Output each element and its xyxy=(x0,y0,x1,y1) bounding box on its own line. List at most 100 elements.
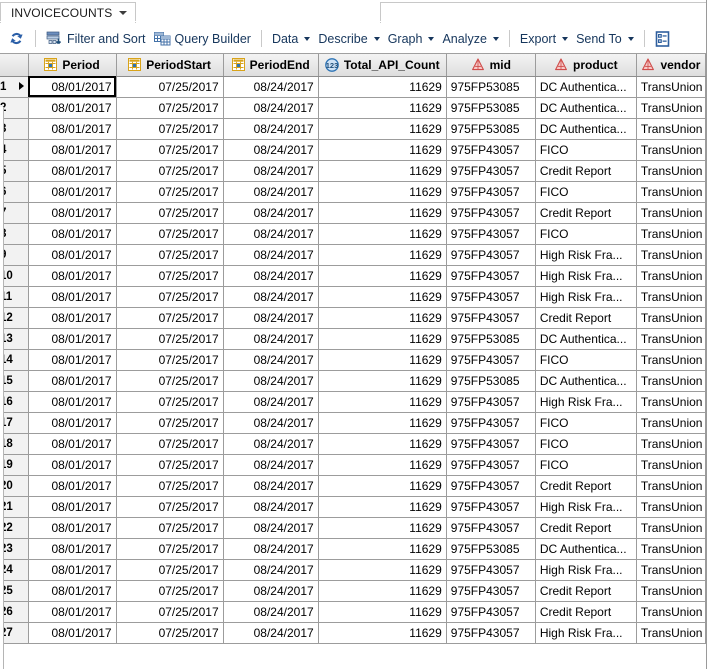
cell-periodend[interactable]: 08/24/2017 xyxy=(223,622,319,644)
cell-product[interactable]: FICO xyxy=(535,454,637,476)
cell-total_api_count[interactable]: 11629 xyxy=(318,433,447,455)
cell-vendor[interactable]: TransUnion xyxy=(636,580,706,602)
cell-periodstart[interactable]: 07/25/2017 xyxy=(116,181,224,203)
cell-mid[interactable]: 975FP43057 xyxy=(446,160,536,182)
refresh-button[interactable] xyxy=(4,27,29,51)
cell-vendor[interactable]: TransUnion xyxy=(636,559,706,581)
table-row[interactable]: 20 08/01/2017 07/25/2017 08/24/2017 11629 975… xyxy=(0,475,706,497)
cell-periodend[interactable]: 08/24/2017 xyxy=(223,244,319,266)
cell-periodend[interactable]: 08/24/2017 xyxy=(223,454,319,476)
cell-total_api_count[interactable]: 11629 xyxy=(318,76,447,98)
cell-vendor[interactable]: TransUnion xyxy=(636,538,706,560)
cell-mid[interactable]: 975FP53085 xyxy=(446,97,536,119)
cell-period[interactable]: 08/01/2017 xyxy=(28,559,117,581)
cell-mid[interactable]: 975FP53085 xyxy=(446,370,536,392)
row-number-cell[interactable]: 6 xyxy=(0,181,29,203)
cell-product[interactable]: DC Authentica... xyxy=(535,97,637,119)
cell-periodend[interactable]: 08/24/2017 xyxy=(223,265,319,287)
cell-periodend[interactable]: 08/24/2017 xyxy=(223,307,319,329)
cell-period[interactable]: 08/01/2017 xyxy=(28,286,117,308)
column-header-periodend[interactable]: PeriodEnd xyxy=(223,54,319,77)
cell-periodend[interactable]: 08/24/2017 xyxy=(223,181,319,203)
cell-total_api_count[interactable]: 11629 xyxy=(318,181,447,203)
cell-product[interactable]: Credit Report xyxy=(535,517,637,539)
cell-mid[interactable]: 975FP43057 xyxy=(446,622,536,644)
cell-vendor[interactable]: TransUnion xyxy=(636,286,706,308)
row-number-cell[interactable]: 1 xyxy=(0,76,29,98)
query-builder-button[interactable]: Query Builder xyxy=(150,27,255,51)
cell-periodend[interactable]: 08/24/2017 xyxy=(223,202,319,224)
cell-period[interactable]: 08/01/2017 xyxy=(28,538,117,560)
row-number-cell[interactable]: 5 xyxy=(0,160,29,182)
cell-product[interactable]: High Risk Fra... xyxy=(535,622,637,644)
cell-mid[interactable]: 975FP53085 xyxy=(446,118,536,140)
cell-product[interactable]: Credit Report xyxy=(535,202,637,224)
cell-total_api_count[interactable]: 11629 xyxy=(318,370,447,392)
cell-mid[interactable]: 975FP53085 xyxy=(446,538,536,560)
cell-periodstart[interactable]: 07/25/2017 xyxy=(116,517,224,539)
cell-mid[interactable]: 975FP43057 xyxy=(446,496,536,518)
cell-period[interactable]: 08/01/2017 xyxy=(28,391,117,413)
cell-total_api_count[interactable]: 11629 xyxy=(318,244,447,266)
cell-product[interactable]: High Risk Fra... xyxy=(535,286,637,308)
cell-total_api_count[interactable]: 11629 xyxy=(318,538,447,560)
table-row[interactable]: 2 08/01/2017 07/25/2017 08/24/2017 11629 975F… xyxy=(0,97,706,119)
select-all-corner[interactable] xyxy=(0,54,29,77)
row-number-cell[interactable]: 13 xyxy=(0,328,29,350)
cell-periodstart[interactable]: 07/25/2017 xyxy=(116,160,224,182)
cell-periodend[interactable]: 08/24/2017 xyxy=(223,538,319,560)
table-row[interactable]: 27 08/01/2017 07/25/2017 08/24/2017 11629 975… xyxy=(0,622,706,644)
table-row[interactable]: 4 08/01/2017 07/25/2017 08/24/2017 11629 975F… xyxy=(0,139,706,161)
cell-vendor[interactable]: TransUnion xyxy=(636,433,706,455)
cell-periodend[interactable]: 08/24/2017 xyxy=(223,118,319,140)
table-row[interactable]: 18 08/01/2017 07/25/2017 08/24/2017 11629 975… xyxy=(0,433,706,455)
cell-product[interactable]: FICO xyxy=(535,349,637,371)
table-row[interactable]: 24 08/01/2017 07/25/2017 08/24/2017 11629 975… xyxy=(0,559,706,581)
cell-total_api_count[interactable]: 11629 xyxy=(318,202,447,224)
cell-mid[interactable]: 975FP43057 xyxy=(446,580,536,602)
data-menu[interactable]: Data xyxy=(268,27,314,51)
row-number-cell[interactable]: 16 xyxy=(0,391,29,413)
cell-periodstart[interactable]: 07/25/2017 xyxy=(116,265,224,287)
cell-mid[interactable]: 975FP43057 xyxy=(446,454,536,476)
cell-product[interactable]: FICO xyxy=(535,412,637,434)
cell-total_api_count[interactable]: 11629 xyxy=(318,622,447,644)
table-row[interactable]: 23 08/01/2017 07/25/2017 08/24/2017 11629 975… xyxy=(0,538,706,560)
cell-periodend[interactable]: 08/24/2017 xyxy=(223,580,319,602)
column-header-product[interactable]: product xyxy=(535,54,637,77)
table-row[interactable]: 14 08/01/2017 07/25/2017 08/24/2017 11629 975… xyxy=(0,349,706,371)
cell-periodend[interactable]: 08/24/2017 xyxy=(223,286,319,308)
cell-periodstart[interactable]: 07/25/2017 xyxy=(116,118,224,140)
table-row[interactable]: 11 08/01/2017 07/25/2017 08/24/2017 11629 975… xyxy=(0,286,706,308)
table-row[interactable]: 22 08/01/2017 07/25/2017 08/24/2017 11629 975… xyxy=(0,517,706,539)
table-row[interactable]: 8 08/01/2017 07/25/2017 08/24/2017 11629 975F… xyxy=(0,223,706,245)
cell-periodstart[interactable]: 07/25/2017 xyxy=(116,559,224,581)
cell-total_api_count[interactable]: 11629 xyxy=(318,475,447,497)
cell-mid[interactable]: 975FP53085 xyxy=(446,76,536,98)
cell-mid[interactable]: 975FP43057 xyxy=(446,202,536,224)
column-header-total_api_count[interactable]: 123 Total_API_Count xyxy=(318,54,447,77)
cell-period[interactable]: 08/01/2017 xyxy=(28,97,117,119)
cell-total_api_count[interactable]: 11629 xyxy=(318,328,447,350)
row-number-cell[interactable]: 22 xyxy=(0,517,29,539)
cell-vendor[interactable]: TransUnion xyxy=(636,76,706,98)
row-number-cell[interactable]: 17 xyxy=(0,412,29,434)
column-header-periodstart[interactable]: PeriodStart xyxy=(116,54,224,77)
cell-periodstart[interactable]: 07/25/2017 xyxy=(116,328,224,350)
cell-periodend[interactable]: 08/24/2017 xyxy=(223,559,319,581)
cell-product[interactable]: Credit Report xyxy=(535,307,637,329)
cell-mid[interactable]: 975FP43057 xyxy=(446,559,536,581)
table-row[interactable]: 26 08/01/2017 07/25/2017 08/24/2017 11629 975… xyxy=(0,601,706,623)
cell-vendor[interactable]: TransUnion xyxy=(636,160,706,182)
cell-product[interactable]: High Risk Fra... xyxy=(535,496,637,518)
cell-mid[interactable]: 975FP43057 xyxy=(446,223,536,245)
cell-mid[interactable]: 975FP43057 xyxy=(446,349,536,371)
row-number-cell[interactable]: 4 xyxy=(0,139,29,161)
cell-product[interactable]: DC Authentica... xyxy=(535,76,637,98)
cell-periodend[interactable]: 08/24/2017 xyxy=(223,496,319,518)
cell-period[interactable]: 08/01/2017 xyxy=(28,160,117,182)
filter-and-sort-button[interactable]: Filter and Sort xyxy=(42,27,150,51)
table-row[interactable]: 5 08/01/2017 07/25/2017 08/24/2017 11629 975F… xyxy=(0,160,706,182)
cell-periodstart[interactable]: 07/25/2017 xyxy=(116,496,224,518)
cell-periodend[interactable]: 08/24/2017 xyxy=(223,160,319,182)
